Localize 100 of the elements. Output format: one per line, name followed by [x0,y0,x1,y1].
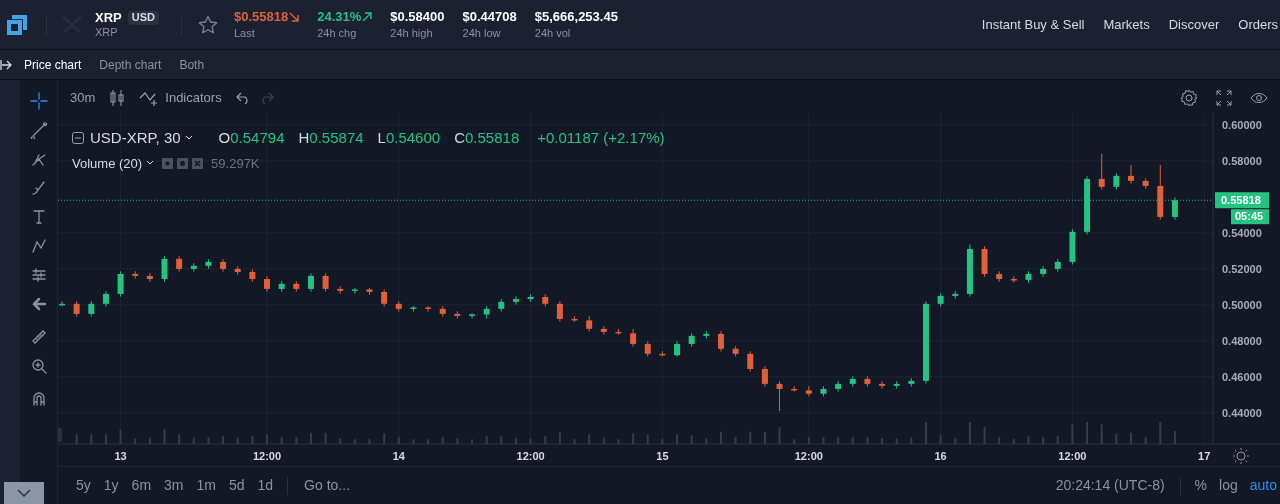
range-button[interactable]: 1d [257,475,274,496]
stat-value: $0.58400 [390,8,445,25]
candle [630,328,637,348]
fullscreen-icon[interactable] [1216,90,1232,106]
scale-option[interactable]: auto [1249,475,1277,496]
price-axis-label: 0.46000 [1222,370,1262,383]
candle [703,330,710,340]
candle [278,280,285,293]
candle [542,293,549,307]
volume-value: 59.297K [211,154,260,173]
time-axis-label: 14 [392,450,405,462]
candle [381,288,388,307]
candle [1171,196,1178,221]
candle [425,305,432,313]
price-tag: 0.55818 [1215,192,1269,209]
chart-tab[interactable]: Price chart [24,55,82,74]
candle [586,315,593,333]
stat-label: 24h high [390,26,434,41]
range-button[interactable]: 1y [103,475,119,496]
candle [835,380,842,393]
ohlc-value: O0.54794 [218,128,285,148]
stat-label: 24h chg [317,26,358,41]
line-tool-icon[interactable] [29,121,48,139]
candle [527,293,534,303]
candle [439,305,446,318]
range-button[interactable]: 3m [164,475,184,496]
candle [571,315,578,323]
candle [454,310,461,320]
candle [820,385,827,397]
nav-link[interactable]: Instant Buy & Sell [981,14,1085,35]
symbol-label[interactable]: USD-XRP, 30 [90,127,181,150]
candle [132,270,139,280]
stat-value: 24.31% [317,8,362,25]
scale-option[interactable]: log [1219,475,1238,496]
range-button[interactable]: 5d [228,475,245,496]
arrow-up-right-icon [362,11,373,22]
nav-link[interactable]: Orders [1238,14,1278,35]
candles-icon[interactable] [109,89,126,107]
time-axis-label: 15 [656,450,669,462]
candle [351,287,358,295]
stat-value: $0.44708 [462,8,517,25]
candle [512,295,519,306]
candle [220,258,227,273]
chevron-down-icon [17,489,31,497]
nav-link[interactable]: Markets [1103,14,1150,35]
range-button[interactable]: 6m [131,475,152,496]
candle [937,292,944,307]
sun-icon[interactable] [1232,447,1250,465]
nav-link[interactable]: Discover [1168,14,1220,35]
caret-icon[interactable] [184,135,193,142]
caret-icon[interactable] [146,160,155,167]
candle [73,300,80,318]
candle [732,345,739,358]
candle [879,380,886,390]
candle [1010,275,1017,284]
candle [952,290,959,300]
candle [293,280,300,293]
candle [146,272,153,283]
price-axis-label: 0.50000 [1222,298,1262,311]
zoom-in-icon[interactable] [29,357,48,375]
time-axis-label: 16 [934,450,947,462]
ohlc-value: C0.55818 [454,128,520,148]
ohlc-value: H0.55874 [298,128,364,148]
time-axis-label: 12:00 [1058,450,1087,462]
candle [659,350,666,358]
candle [1040,265,1047,278]
range-button[interactable]: 1m [196,475,216,496]
candle [1113,172,1120,191]
chart-tab[interactable]: Depth chart [99,55,162,74]
candle [849,375,856,388]
star-icon[interactable] [197,14,218,35]
candle [644,340,651,358]
candle [117,270,124,298]
time-axis-label: 12:00 [794,450,823,462]
pattern-tool-icon[interactable] [29,237,48,255]
expand-arrow-icon[interactable] [0,59,12,70]
candle [1142,177,1149,190]
settings-icon[interactable] [1180,89,1198,107]
ohlc-value: L0.54600 [377,128,441,148]
candle [761,365,768,388]
undo-icon[interactable] [235,92,250,104]
price-axis-label: 0.52000 [1222,262,1262,275]
candle [102,290,109,307]
candle [498,298,505,313]
pair-symbol: XRP [95,9,122,26]
volume-label[interactable]: Volume (20) [72,153,143,173]
candle [1054,258,1061,273]
eye-icon[interactable] [1250,92,1268,104]
chart-tab[interactable]: Both [179,55,205,74]
interval-button[interactable]: 30m [70,88,96,108]
price-axis-label: 0.60000 [1222,118,1262,131]
collapse-icon[interactable] [72,132,84,145]
indicators-button[interactable]: Indicators [139,88,222,108]
crosshair-icon[interactable] [29,92,48,110]
stat-label: 24h vol [534,26,572,41]
candle [366,287,373,296]
scale-option[interactable]: % [1194,475,1208,496]
range-button[interactable]: 5y [76,475,91,496]
time-label: 20:24:14 (UTC-8) [1055,476,1165,495]
go-to-link[interactable]: Go to... [304,475,351,496]
